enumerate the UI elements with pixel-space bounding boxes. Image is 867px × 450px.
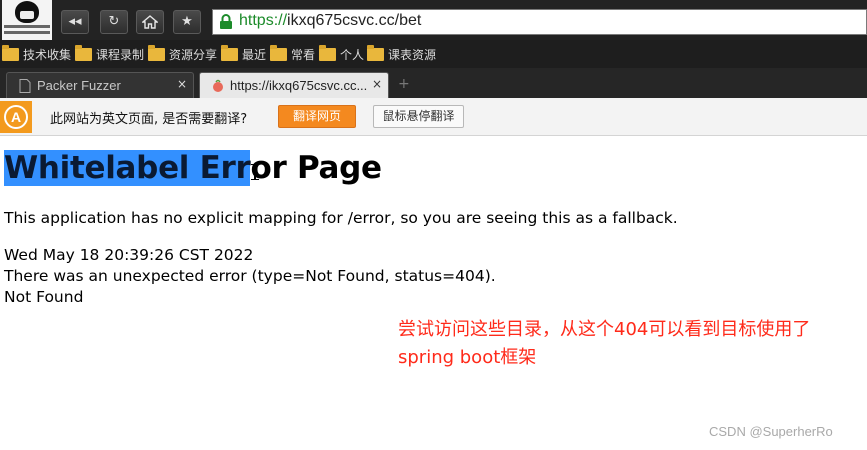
bookmark-folder-personal[interactable]: 个人 bbox=[319, 44, 365, 63]
translate-page-button[interactable]: 翻译网页 bbox=[278, 105, 356, 128]
bookmark-folder-resources[interactable]: 资源分享 bbox=[148, 44, 218, 63]
bookmark-label: 最近 bbox=[242, 47, 267, 62]
error-timestamp: Wed May 18 20:39:26 CST 2022 bbox=[4, 246, 254, 264]
site-logo-icon bbox=[2, 0, 52, 40]
new-tab-button[interactable]: + bbox=[398, 76, 410, 92]
browser-toolbar: ◂◂ ↻ ★ https://ikxq675csvc.cc/bet bbox=[0, 0, 867, 40]
error-status: Not Found bbox=[4, 288, 84, 306]
translate-bar: A 此网站为英文页面, 是否需要翻译? 翻译网页 鼠标悬停翻译 bbox=[0, 98, 867, 136]
tab-active-site[interactable]: https://ikxq675csvc.cc... × bbox=[199, 72, 389, 98]
bookmark-folder-frequent[interactable]: 常看 bbox=[270, 44, 316, 63]
hover-translate-button[interactable]: 鼠标悬停翻译 bbox=[373, 105, 464, 128]
bookmark-label: 个人 bbox=[340, 47, 365, 62]
url-text: https://ikxq675csvc.cc/bet bbox=[239, 12, 421, 30]
bookmark-folder-recent[interactable]: 最近 bbox=[221, 44, 267, 63]
home-button[interactable] bbox=[136, 10, 164, 34]
home-icon bbox=[141, 15, 159, 29]
folder-icon bbox=[270, 44, 287, 61]
bookmark-folder-schedule[interactable]: 课表资源 bbox=[367, 44, 437, 63]
folder-icon bbox=[319, 44, 336, 61]
translate-icon: A bbox=[0, 101, 32, 133]
bookmark-label: 技术收集 bbox=[23, 47, 72, 62]
bookmark-label: 资源分享 bbox=[169, 47, 218, 62]
folder-icon bbox=[367, 44, 384, 61]
page-icon bbox=[19, 79, 31, 93]
lock-icon bbox=[220, 14, 232, 29]
bookmark-label: 课程录制 bbox=[96, 47, 145, 62]
tab-title: Packer Fuzzer bbox=[37, 78, 121, 93]
bookmark-folder-tech[interactable]: 技术收集 bbox=[2, 44, 72, 63]
folder-icon bbox=[75, 44, 92, 61]
title-rest: or Page bbox=[250, 150, 382, 186]
tab-strip: Packer Fuzzer × https://ikxq675csvc.cc..… bbox=[0, 68, 867, 98]
bookmark-star-button[interactable]: ★ bbox=[173, 10, 201, 34]
reload-button[interactable]: ↻ bbox=[100, 10, 128, 34]
translate-message: 此网站为英文页面, 是否需要翻译? bbox=[50, 112, 248, 127]
page-title: Whitelabel Error Page bbox=[4, 150, 382, 186]
rewind-button[interactable]: ◂◂ bbox=[61, 10, 89, 34]
bookmark-label: 课表资源 bbox=[388, 47, 437, 62]
tab-packer-fuzzer[interactable]: Packer Fuzzer × bbox=[6, 72, 194, 98]
red-annotation-note: 尝试访问这些目录，从这个404可以看到目标使用了spring boot框架 bbox=[398, 319, 811, 368]
folder-icon bbox=[148, 44, 165, 61]
watermark: CSDN @SuperherRo bbox=[709, 424, 833, 439]
url-scheme: https:// bbox=[239, 12, 288, 29]
folder-icon bbox=[221, 44, 238, 61]
error-details: There was an unexpected error (type=Not … bbox=[4, 267, 496, 285]
bookmark-folder-course[interactable]: 课程录制 bbox=[75, 44, 145, 63]
error-description: This application has no explicit mapping… bbox=[4, 209, 678, 227]
text-cursor-icon bbox=[251, 164, 259, 180]
url-host-path: ikxq675csvc.cc/bet bbox=[287, 12, 422, 29]
rewind-icon: ◂◂ bbox=[68, 14, 82, 29]
translate-icon-letter: A bbox=[4, 105, 28, 129]
reload-icon: ↻ bbox=[108, 14, 120, 29]
bookmarks-bar: 技术收集 课程录制 资源分享 最近 常看 个人 课表资源 bbox=[0, 40, 867, 68]
selected-title-text: Whitelabel Err bbox=[4, 150, 251, 186]
favicon-icon bbox=[213, 79, 223, 92]
bookmark-label: 常看 bbox=[291, 47, 316, 62]
address-bar[interactable]: https://ikxq675csvc.cc/bet bbox=[212, 9, 867, 35]
tab-title: https://ikxq675csvc.cc... bbox=[230, 78, 368, 93]
star-icon: ★ bbox=[181, 14, 193, 29]
close-icon[interactable]: × bbox=[372, 77, 382, 91]
folder-icon bbox=[2, 44, 19, 61]
close-icon[interactable]: × bbox=[177, 77, 187, 91]
